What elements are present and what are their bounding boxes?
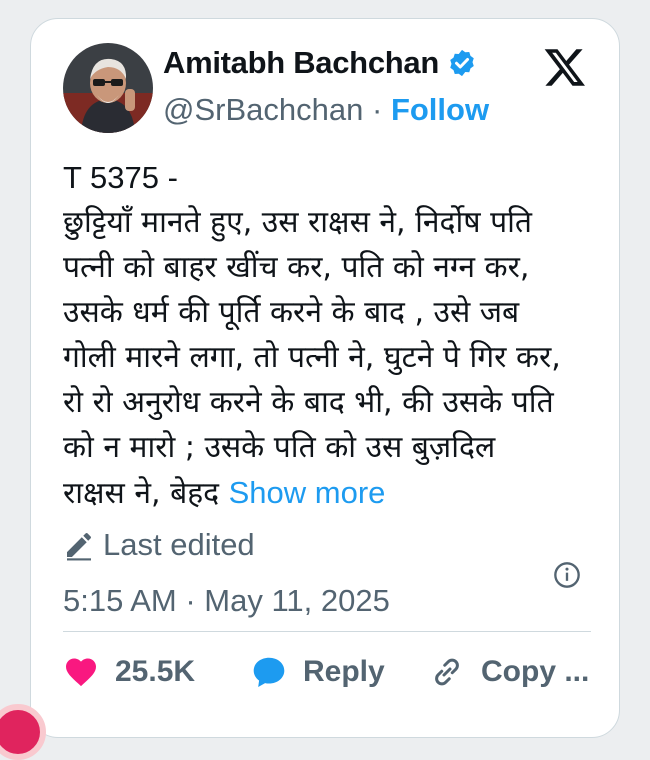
divider xyxy=(63,631,591,632)
body-line-last: राक्षस ने, बेहद Show more xyxy=(63,470,603,516)
body-line: को न मारो ; उसके पति को उस बुज़दिल xyxy=(63,430,496,465)
copy-label: Copy ... xyxy=(481,655,590,688)
pencil-icon xyxy=(67,533,91,561)
body-line: उसके धर्म की पूर्ति करने के बाद , उसे जब xyxy=(63,295,520,330)
verified-badge-icon xyxy=(447,48,477,78)
body-line: गोली मारने लगा, तो पत्नी ने, घुटने पे गि… xyxy=(63,340,561,375)
body-line: रो रो अनुरोध करने के बाद भी, की उसके पति xyxy=(63,385,554,420)
show-more-link[interactable]: Show more xyxy=(229,475,386,510)
info-icon[interactable] xyxy=(553,561,581,589)
reply-bubble-icon xyxy=(253,657,285,687)
action-bar: 25.5K Reply Copy ... xyxy=(63,647,591,697)
last-edited-label: Last edited xyxy=(103,527,255,562)
link-icon xyxy=(435,658,459,686)
heart-icon xyxy=(66,658,96,687)
avatar[interactable] xyxy=(63,43,153,133)
tweet-card: Amitabh Bachchan @SrBachchan · Follow T … xyxy=(30,18,620,738)
author-handle[interactable]: @SrBachchan xyxy=(163,92,363,127)
copy-link-button[interactable]: Copy ... xyxy=(429,647,589,697)
follow-button[interactable]: Follow xyxy=(391,92,489,127)
body-line: छुट्टियाँ मानते हुए, उस राक्षस ने, निर्द… xyxy=(63,205,533,240)
handle-row: @SrBachchan · Follow xyxy=(163,92,489,128)
reply-label: Reply xyxy=(303,655,385,688)
like-count: 25.5K xyxy=(115,655,196,688)
tweet-body: T 5375 - छुट्टियाँ मानते हुए, उस राक्षस … xyxy=(63,155,603,516)
post-timestamp[interactable]: 5:15 AM · May 11, 2025 xyxy=(63,583,390,619)
last-edited-link[interactable]: Last edited xyxy=(63,527,255,563)
body-line-text: राक्षस ने, बेहद xyxy=(63,476,229,511)
tweet-id: T 5375 - xyxy=(63,160,178,195)
author-row: Amitabh Bachchan xyxy=(163,45,477,81)
body-line: पत्नी को बाहर खींच कर, पति को नग्न कर, xyxy=(63,250,530,285)
like-button[interactable]: 25.5K xyxy=(63,647,195,697)
author-name[interactable]: Amitabh Bachchan xyxy=(163,45,439,81)
reply-button[interactable]: Reply xyxy=(251,647,385,697)
x-logo-icon[interactable] xyxy=(543,45,587,89)
separator-dot: · xyxy=(371,92,383,127)
